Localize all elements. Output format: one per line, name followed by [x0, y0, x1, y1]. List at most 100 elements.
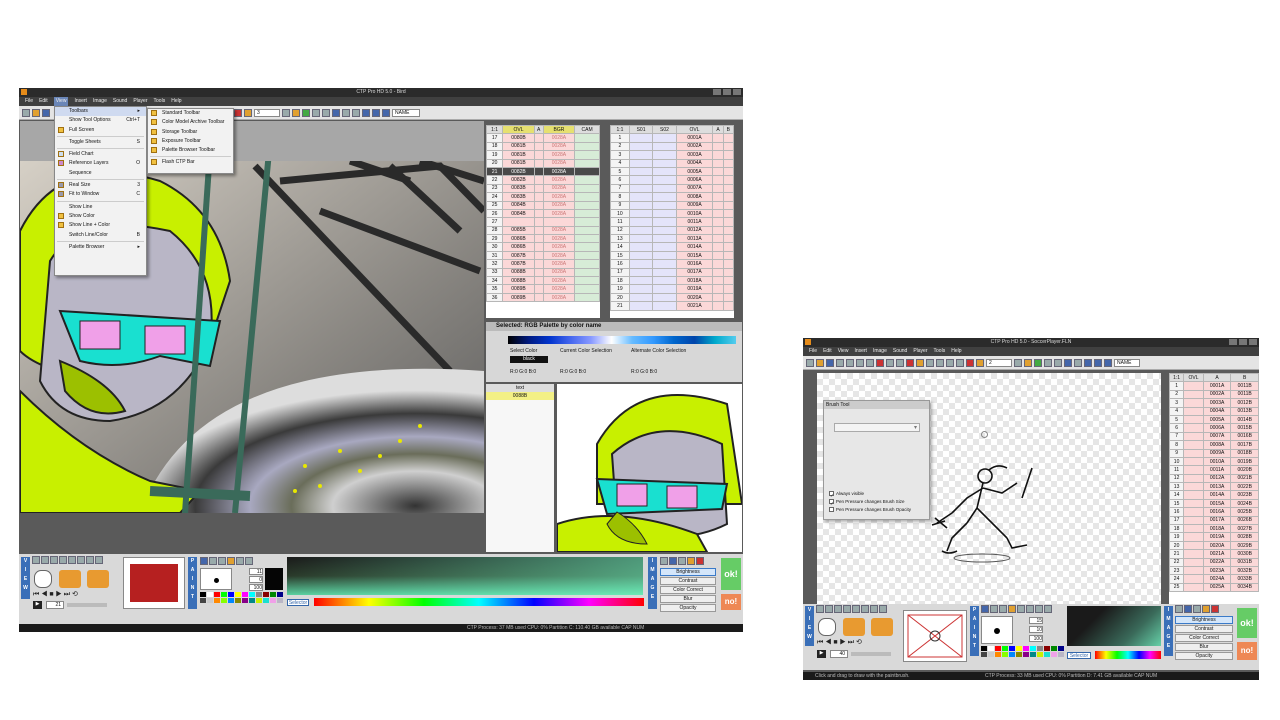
view-tool-icon[interactable]	[843, 605, 851, 613]
ovl-cell[interactable]: 0089B	[502, 292, 535, 303]
frame-number[interactable]: 18	[1169, 524, 1185, 534]
frame-number[interactable]: 29	[486, 234, 504, 244]
paste-icon[interactable]	[282, 108, 290, 117]
table-row[interactable]: 20 0081B 0028A	[486, 158, 600, 168]
table-cell[interactable]	[722, 141, 734, 152]
table-row[interactable]: 23 0083B 0028A	[486, 183, 600, 194]
selector-button[interactable]: Selector	[1067, 652, 1091, 659]
pressure-opacity-option[interactable]: Pen Pressure changes Brush Opacity	[829, 506, 911, 514]
image-tool-icon[interactable]	[1211, 605, 1219, 613]
grid-2-icon[interactable]	[1074, 358, 1082, 367]
bgr-cell[interactable]: 0028A	[542, 150, 576, 160]
menu-sound[interactable]: Sound	[893, 347, 907, 356]
light-table-2-icon[interactable]	[87, 570, 109, 588]
bgr-cell[interactable]: 0028A	[542, 242, 576, 252]
ovl-cell[interactable]: 0081B	[502, 141, 535, 152]
ovl-cell[interactable]	[1183, 565, 1204, 576]
ok-button[interactable]: ok!	[721, 558, 741, 590]
menu-image[interactable]: Image	[873, 347, 887, 356]
table-cell[interactable]	[722, 276, 734, 286]
view-tool-icon[interactable]	[86, 556, 94, 564]
table-row[interactable]: 6 0006A	[610, 175, 734, 185]
save-icon[interactable]	[826, 358, 834, 367]
table-cell[interactable]	[722, 166, 734, 177]
table-row[interactable]: 7 0007A	[610, 183, 734, 194]
frame-number[interactable]: 3	[610, 150, 630, 160]
submenu-exposure-toolbar[interactable]: Exposure Toolbar	[148, 137, 233, 146]
table-cell[interactable]	[722, 250, 734, 261]
frame-number[interactable]: 28	[486, 225, 504, 236]
close-button[interactable]	[733, 89, 741, 95]
table-cell[interactable]	[628, 242, 654, 252]
a-cell[interactable]: 0017A	[1202, 515, 1232, 526]
ovl-cell[interactable]: 0087B	[502, 250, 535, 261]
bgr-cell[interactable]: 0028A	[542, 158, 576, 168]
table-cell[interactable]	[574, 150, 600, 160]
a-cell[interactable]: 0018A	[1202, 524, 1232, 534]
frame-number[interactable]: 16	[610, 259, 630, 269]
frame-number[interactable]: 6	[610, 175, 630, 185]
paint-tab-label[interactable]: PAINT	[188, 557, 197, 609]
frame-number[interactable]: 8	[610, 192, 630, 202]
b-cell[interactable]: 0028B	[1230, 532, 1259, 542]
close-button[interactable]	[1249, 339, 1257, 345]
frame-number[interactable]: 12	[610, 225, 630, 236]
table-row[interactable]: 6 0006A 0015B	[1169, 423, 1259, 433]
frame-number[interactable]: 10	[610, 208, 630, 219]
submenu-color-model-toolbar[interactable]: Color Model Archive Toolbar	[148, 118, 233, 127]
ovl-cell[interactable]: 0010A	[675, 208, 714, 219]
checkbox[interactable]: ✓	[829, 499, 834, 506]
b-cell[interactable]: 0014B	[1230, 414, 1259, 425]
bgr-cell[interactable]: 0028A	[542, 141, 576, 152]
menu-sound[interactable]: Sound	[113, 97, 127, 106]
table-cell[interactable]	[722, 242, 734, 252]
table-cell[interactable]	[712, 267, 724, 278]
a-cell[interactable]	[533, 242, 544, 252]
paste-icon-2[interactable]	[1014, 358, 1022, 367]
b-cell[interactable]: 0023B	[1230, 490, 1259, 500]
table-cell[interactable]	[652, 192, 677, 202]
table-cell[interactable]	[712, 284, 724, 294]
table-row[interactable]: 19 0081B 0028A	[486, 150, 600, 160]
view-tool-icon[interactable]	[816, 605, 824, 613]
menu-item-toolbars[interactable]: Toolbars ▸	[55, 107, 146, 117]
a-cell[interactable]: 0021A	[1202, 549, 1232, 559]
frame-number[interactable]: 2	[1169, 389, 1185, 400]
frame-combo[interactable]: 2	[986, 358, 1012, 367]
exposure-icon[interactable]	[342, 108, 350, 117]
hue-slider[interactable]	[1095, 651, 1161, 659]
table-cell[interactable]	[722, 183, 734, 194]
light-table-2-icon[interactable]	[871, 618, 893, 636]
table-cell[interactable]	[628, 166, 654, 177]
frame-number[interactable]: 36	[486, 292, 504, 303]
table-cell[interactable]	[652, 166, 677, 177]
line-tool-icon[interactable]	[1044, 605, 1052, 613]
frame-number[interactable]: 25	[1169, 582, 1185, 593]
table-cell[interactable]	[652, 225, 677, 236]
exposure-icon[interactable]	[946, 358, 954, 367]
table-cell[interactable]	[712, 166, 724, 177]
table-row[interactable]: 15 0015A	[610, 250, 734, 261]
ink-paint-icon[interactable]	[1064, 358, 1072, 367]
ovl-cell[interactable]: 0081B	[502, 158, 535, 168]
table-cell[interactable]	[652, 217, 677, 227]
ovl-cell[interactable]	[1183, 490, 1204, 500]
menu-view[interactable]: View	[53, 97, 69, 106]
a-cell[interactable]	[533, 225, 544, 236]
open-folder-icon[interactable]	[816, 358, 824, 367]
b-cell[interactable]: 0017B	[1230, 440, 1259, 450]
menu-item-show-line[interactable]: Show Line	[55, 203, 146, 212]
table-cell[interactable]	[722, 217, 734, 227]
menu-view[interactable]: View	[838, 347, 849, 356]
layers-icon[interactable]	[956, 358, 964, 367]
a-cell[interactable]: 0023A	[1202, 565, 1232, 576]
ovl-cell[interactable]: 0087B	[502, 259, 535, 269]
column-100-icon[interactable]	[362, 108, 370, 117]
grid-icon[interactable]	[936, 358, 944, 367]
ovl-cell[interactable]: 0012A	[675, 225, 714, 236]
view-tool-icon[interactable]	[861, 605, 869, 613]
b-cell[interactable]: 0033B	[1230, 574, 1259, 584]
menu-item-palette-browser[interactable]: Palette Browser ▸	[55, 243, 146, 252]
new-file-icon[interactable]	[22, 108, 30, 117]
table-cell[interactable]	[712, 259, 724, 269]
